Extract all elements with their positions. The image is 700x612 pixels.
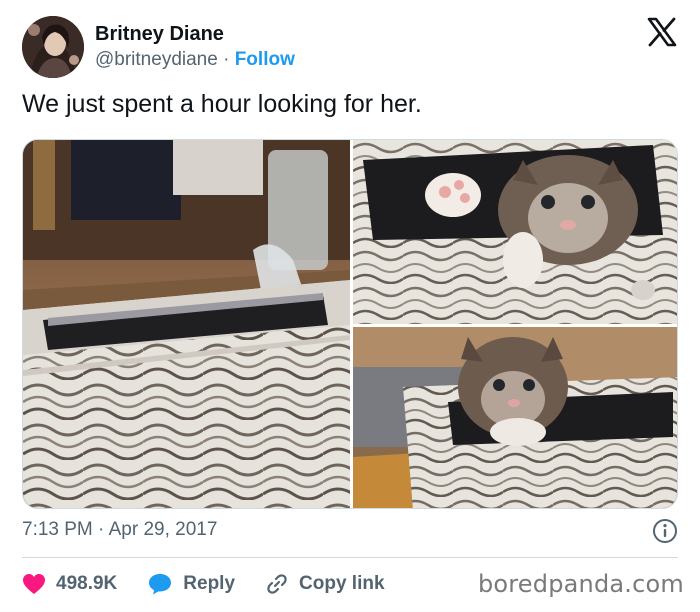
handle-separator: · [217,49,235,71]
tweet-header: Britney Diane @britneydiane · Follow [22,16,295,78]
x-logo-icon[interactable] [646,16,678,48]
heart-icon [23,574,45,594]
like-button[interactable]: 498.9K [22,573,117,595]
display-name[interactable]: Britney Diane [95,23,295,46]
media-grid [22,139,678,509]
tweet-timestamp[interactable]: 7:13 PM · Apr 29, 2017 [22,519,217,541]
photo-empty-tissue-box[interactable] [23,140,350,508]
author-names: Britney Diane @britneydiane · Follow [95,23,295,71]
copy-link-button[interactable]: Copy link [265,572,385,596]
chat-bubble-icon [149,574,172,595]
copy-link-label: Copy link [299,573,385,594]
action-bar: 498.9K Reply Copy link [22,566,415,602]
photo-kitten-paws-out[interactable] [353,140,677,324]
divider [22,557,678,558]
photo-kitten-in-box[interactable] [353,327,677,508]
handle-row: @britneydiane · Follow [95,49,295,71]
reply-button[interactable]: Reply [147,572,235,596]
like-count: 498.9K [56,573,118,594]
watermark: boredpanda.com [477,570,684,598]
link-icon [267,574,287,594]
avatar[interactable] [22,16,84,78]
tweet-card: Britney Diane @britneydiane · Follow We … [0,0,700,612]
tweet-text: We just spent a hour looking for her. [22,90,422,118]
author-handle[interactable]: @britneydiane [95,49,218,70]
info-icon[interactable] [652,518,678,544]
reply-label: Reply [183,573,236,594]
follow-button[interactable]: Follow [235,49,295,70]
